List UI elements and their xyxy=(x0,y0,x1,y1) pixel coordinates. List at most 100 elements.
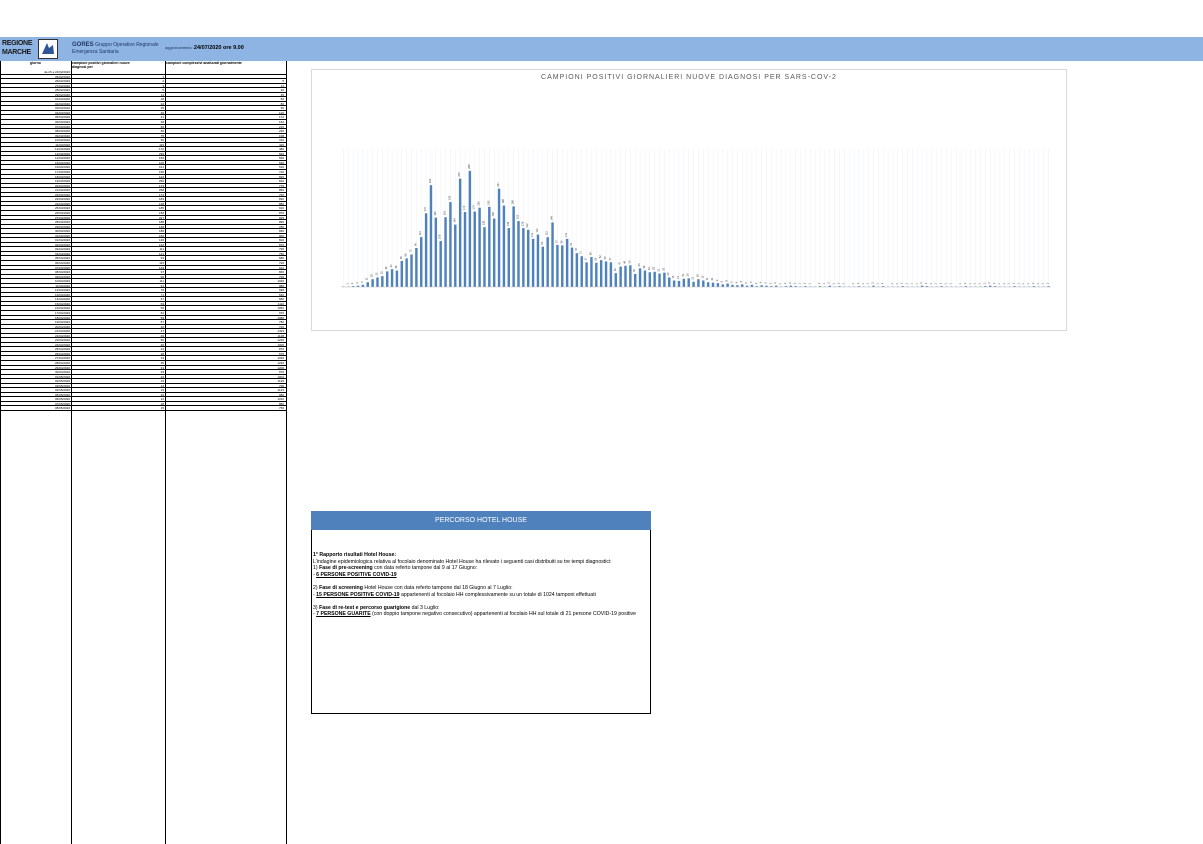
chart-data-label: 121 xyxy=(535,228,539,233)
chart-data-label: 2 xyxy=(768,282,772,284)
cell-campioni: 760 xyxy=(278,192,284,197)
cell-campioni: 720 xyxy=(278,170,284,175)
hh-p2-rest: Hotel House con data referto tampone dal… xyxy=(362,584,513,591)
cell-date: 16/04/2020 xyxy=(54,306,70,311)
cell-campioni: 640 xyxy=(278,292,284,297)
chart-data-label: 3 xyxy=(764,282,768,284)
cell-campioni: 1123 xyxy=(277,388,284,393)
chart-data-label: 3 xyxy=(987,282,991,284)
cell-campioni: 1052 xyxy=(277,306,284,311)
cell-campioni: 770 xyxy=(278,183,284,188)
chart-data-label: 3 xyxy=(919,282,923,284)
cell-date: 27/04/2020 xyxy=(54,356,70,361)
cell-date: 07/04/2020 xyxy=(54,265,70,270)
cell-date: 24/04/2020 xyxy=(54,342,70,347)
chart-data-label: 10 xyxy=(710,277,714,280)
cell-campioni: 1004 xyxy=(277,374,284,379)
cell-positivi: 138 xyxy=(158,201,164,206)
chart-data-label: 19 xyxy=(681,273,685,276)
cell-campioni: 480 xyxy=(278,147,284,152)
cell-campioni: 1110 xyxy=(277,301,284,306)
cell-positivi: 31 xyxy=(160,365,164,370)
chart-bar xyxy=(672,280,676,287)
chart-data-label: 115 xyxy=(545,230,549,235)
chart-data-label: 144 xyxy=(452,218,456,223)
cell-date: 03/05/2020 xyxy=(54,383,70,388)
chart-bar xyxy=(420,237,423,287)
cell-date: 02/04/2020 xyxy=(54,242,70,247)
cell-positivi: 93 xyxy=(160,256,164,261)
cell-date: 08/04/2020 xyxy=(54,270,70,275)
chart-data-label: 3 xyxy=(871,282,875,284)
chart-bar xyxy=(580,256,583,287)
cell-positivi: 14 xyxy=(160,383,164,388)
cell-positivi: 5 xyxy=(162,88,164,93)
chart-data-label: 57 xyxy=(584,257,588,260)
update-label: aggiornamento: xyxy=(165,45,193,50)
chart-data-label: 14 xyxy=(676,275,680,278)
cell-campioni: 886 xyxy=(278,401,284,406)
cell-campioni: 1010 xyxy=(277,397,284,402)
cell-date: 17/04/2020 xyxy=(54,310,70,315)
chart-data-label: 1 xyxy=(997,283,1001,285)
cell-positivi: 196 xyxy=(158,170,164,175)
cell-date: 30/03/2020 xyxy=(54,229,70,234)
chart-data-label: 3 xyxy=(788,282,792,284)
chart-data-label: 9 xyxy=(715,279,719,281)
chart-data-label: 22 xyxy=(666,272,670,275)
chart-data-label: 22 xyxy=(374,272,378,275)
chart-bar xyxy=(658,273,661,287)
chart-data-label: 158 xyxy=(491,212,495,217)
cell-positivi: 97 xyxy=(160,270,164,275)
chart-data-label: 138 xyxy=(481,220,485,225)
chart-bar xyxy=(527,229,530,287)
hh-p3-bold: Fase di re-test e percorso guarigione xyxy=(319,604,411,611)
hh-heading: 1° Rapporto risultati Hotel House: xyxy=(313,552,397,558)
chart-bar xyxy=(395,270,399,287)
cell-date: 12/03/2020 xyxy=(54,147,70,152)
chart-bar xyxy=(653,271,656,287)
chart-bar xyxy=(711,282,715,287)
cell-campioni: 210 xyxy=(278,124,284,129)
cell-date: 18/04/2020 xyxy=(54,315,70,320)
cell-date: da 26 a 24/02/2020 xyxy=(44,70,70,74)
cell-positivi: 20 xyxy=(160,392,164,397)
cell-date: 19/04/2020 xyxy=(54,320,70,325)
cell-positivi: 173 xyxy=(158,183,164,188)
cell-positivi: 62 xyxy=(160,310,164,315)
cell-date: 27/02/2020 xyxy=(54,83,70,88)
chart-bar xyxy=(726,283,729,287)
cell-positivi: 3 xyxy=(162,83,164,88)
chart-data-label: 8 xyxy=(725,280,729,282)
cell-positivi: 59 xyxy=(160,315,164,320)
chart-data-label: 1 xyxy=(914,283,918,285)
chart-bar xyxy=(415,248,418,287)
chart-bar xyxy=(546,237,549,287)
chart-data-label: 97 xyxy=(554,240,558,243)
chart-bar xyxy=(595,262,598,287)
chart-data-label: 2 xyxy=(1046,282,1050,284)
chart-data-label: 183 xyxy=(477,201,481,206)
cell-date: 26/02/2020 xyxy=(54,79,70,84)
chart-data-label: 1 xyxy=(1041,283,1045,285)
chart-data-label: 185 xyxy=(486,200,490,205)
cell-campioni: 698 xyxy=(278,288,284,293)
chart-data-label: 90 xyxy=(413,243,417,246)
chart-data-label: 1 xyxy=(1007,283,1011,285)
cell-campioni: 1020 xyxy=(277,356,284,361)
cell-campioni: 790 xyxy=(278,274,284,279)
cell-date: 22/04/2020 xyxy=(54,333,70,338)
cell-date: 03/03/2020 xyxy=(54,106,70,111)
cell-date: 11/03/2020 xyxy=(55,142,70,147)
table-divider-2 xyxy=(165,61,166,844)
chart-data-label: 174 xyxy=(472,205,476,210)
cell-campioni: 900 xyxy=(278,233,284,238)
chart-data-label: 38 xyxy=(394,265,398,268)
chart-bar xyxy=(692,281,695,287)
cell-positivi: 111 xyxy=(159,279,164,284)
emblem-icon xyxy=(38,39,58,59)
cell-date: 26/03/2020 xyxy=(54,210,70,215)
cell-campioni: 1125 xyxy=(277,379,284,384)
chart-data-label: 1 xyxy=(1016,283,1020,285)
cell-date: 23/04/2020 xyxy=(54,338,70,343)
